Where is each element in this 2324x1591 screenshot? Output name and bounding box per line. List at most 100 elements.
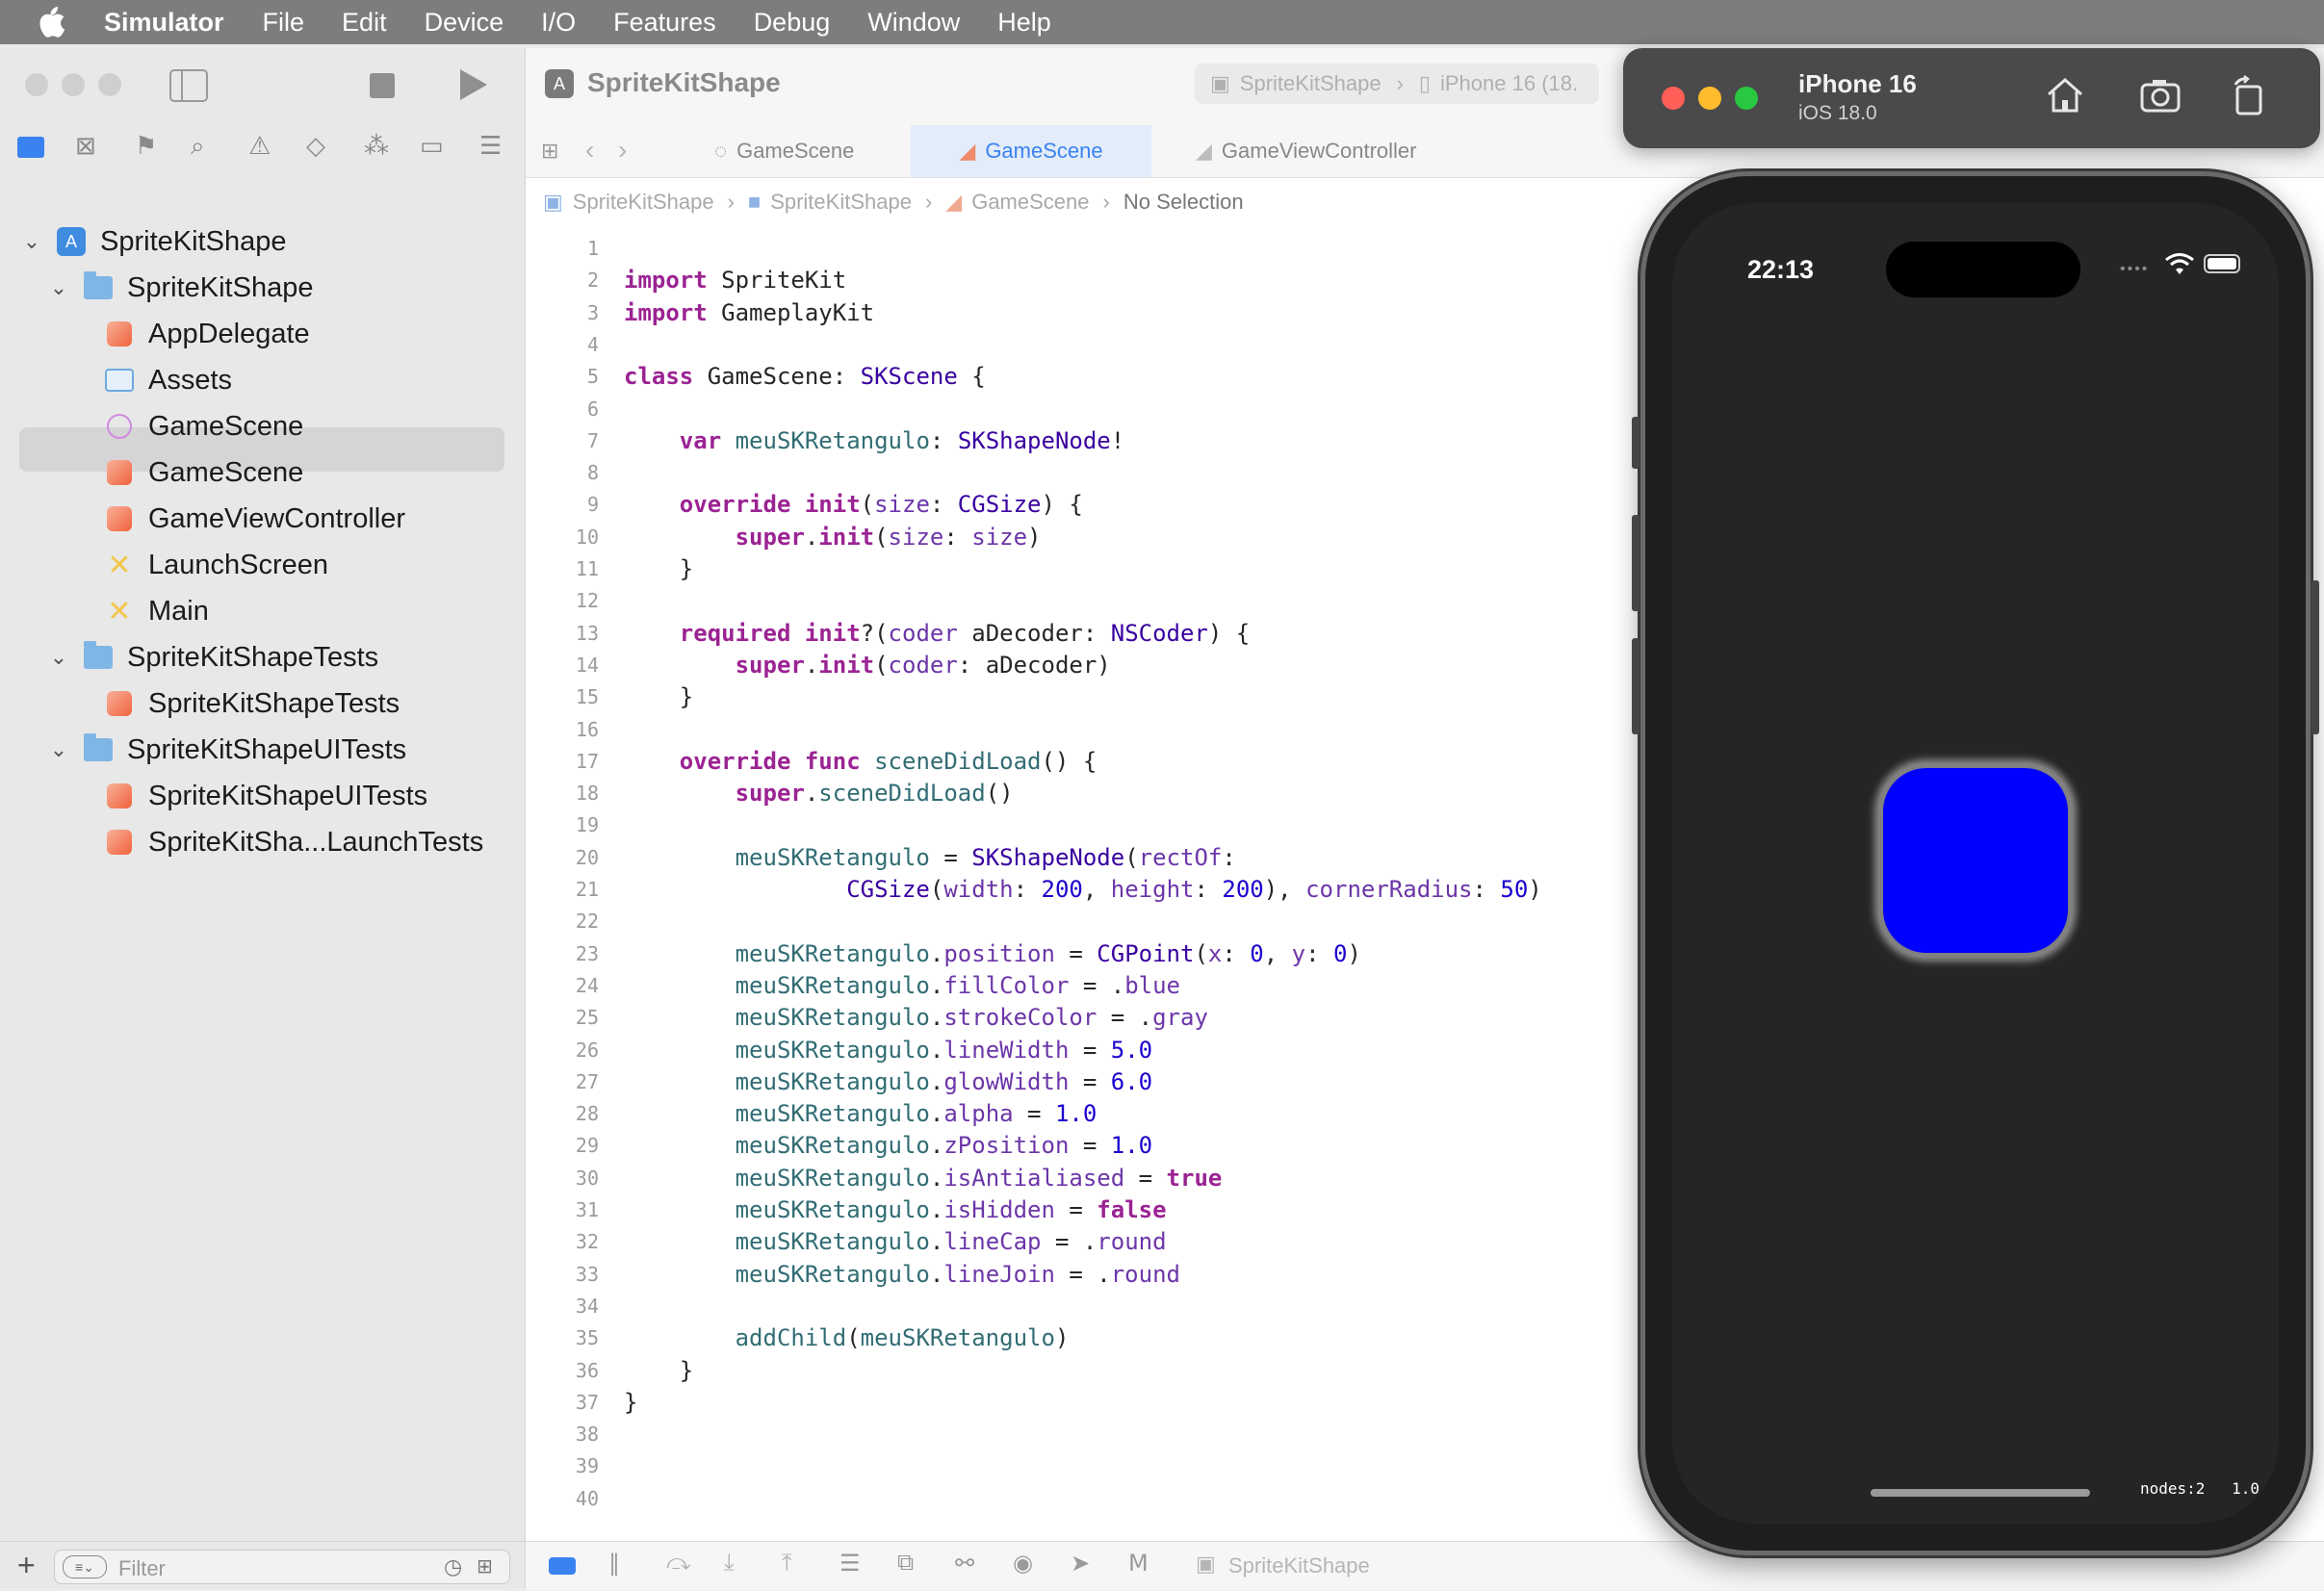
scm-filter-icon[interactable]: ⊞: [477, 1554, 493, 1578]
tree-row-group-tests[interactable]: ⌄ SpriteKitShapeTests: [48, 635, 378, 680]
menu-bar: Simulator File Edit Device I/O Features …: [0, 0, 2324, 44]
tree-row-assets[interactable]: Assets: [104, 358, 232, 402]
device-screen[interactable]: 22:13 •••• nodes:2 1.0: [1672, 203, 2279, 1524]
chevron-down-icon[interactable]: ⌄: [48, 275, 69, 300]
tree-label: SpriteKitShape: [100, 225, 287, 257]
metal-icon[interactable]: Ⅿ: [1128, 1550, 1149, 1578]
tree-row-project[interactable]: ⌄ A SpriteKitShape: [21, 219, 287, 264]
stop-icon[interactable]: [370, 73, 395, 98]
source-control-icon[interactable]: ⊠: [75, 131, 96, 161]
sidebar-toggle-icon[interactable]: [169, 69, 208, 102]
tree-label: SpriteKitShapeTests: [148, 687, 400, 719]
menu-window[interactable]: Window: [867, 8, 960, 38]
memory-graph-icon[interactable]: ⧉: [897, 1550, 914, 1577]
find-icon[interactable]: ⌕: [191, 131, 205, 162]
back-icon[interactable]: ‹: [585, 135, 594, 166]
minimize-window-button[interactable]: [1698, 87, 1721, 110]
forward-icon[interactable]: ›: [618, 135, 627, 166]
line-number: 15: [575, 685, 599, 709]
test-diamond-icon[interactable]: ◇: [306, 131, 325, 161]
step-over-icon[interactable]: ⤼: [666, 1550, 691, 1577]
line-number: 36: [575, 1358, 599, 1382]
project-navigator-folder-icon[interactable]: [17, 137, 44, 158]
jumpbar-selection[interactable]: No Selection: [1123, 190, 1244, 215]
zoom-window-button[interactable]: [98, 73, 121, 96]
line-number: 19: [575, 813, 599, 837]
jumpbar-file[interactable]: GameScene: [971, 190, 1089, 215]
tab-gameviewcontroller[interactable]: ◢ GameViewController: [1196, 125, 1523, 177]
tree-row-launchscreen[interactable]: ✕ LaunchScreen: [104, 543, 328, 587]
toggle-debug-area-icon[interactable]: [549, 1557, 576, 1575]
toggle-icon[interactable]: ◉: [1013, 1550, 1033, 1578]
menu-help[interactable]: Help: [997, 8, 1051, 38]
folder-icon: ■: [747, 190, 762, 214]
pause-icon[interactable]: ∥: [608, 1550, 620, 1578]
jumpbar-group[interactable]: SpriteKitShape: [770, 190, 912, 215]
issue-warning-icon[interactable]: ⚠: [248, 131, 271, 161]
line-number: 16: [575, 717, 599, 741]
tree-row-tests-file[interactable]: SpriteKitShapeTests: [104, 681, 400, 726]
add-icon[interactable]: +: [17, 1548, 36, 1583]
step-into-icon[interactable]: ⤓: [724, 1550, 735, 1577]
chevron-down-icon[interactable]: ⌄: [48, 645, 69, 670]
debug-view-hierarchy-icon[interactable]: ☰: [839, 1550, 861, 1578]
line-number: 31: [575, 1198, 599, 1221]
menu-features[interactable]: Features: [613, 8, 716, 38]
home-icon[interactable]: [2045, 75, 2085, 120]
chevron-down-icon[interactable]: ⌄: [48, 737, 69, 762]
tab-gamescene-swift[interactable]: ◢ GameScene: [911, 125, 1151, 177]
apple-menu-icon[interactable]: [37, 6, 65, 38]
tree-row-appdelegate[interactable]: AppDelegate: [104, 312, 310, 356]
home-indicator[interactable]: [1871, 1489, 2090, 1497]
tab-gamescene-sks[interactable]: ◌ GameScene: [714, 125, 897, 177]
swift-file-icon: [104, 505, 135, 532]
tree-label: SpriteKitSha...LaunchTests: [148, 826, 484, 858]
jumpbar-project[interactable]: SpriteKitShape: [573, 190, 714, 215]
close-window-button[interactable]: [1662, 87, 1685, 110]
tree-row-gamescene-sks[interactable]: GameScene: [104, 404, 303, 449]
close-window-button[interactable]: [25, 73, 48, 96]
menu-debug[interactable]: Debug: [754, 8, 831, 38]
menu-device[interactable]: Device: [425, 8, 504, 38]
code-line: }: [624, 1356, 694, 1384]
environment-overrides-icon[interactable]: ⚯: [955, 1550, 974, 1578]
run-icon[interactable]: [460, 69, 487, 100]
zoom-window-button[interactable]: [1735, 87, 1758, 110]
report-icon[interactable]: ☰: [479, 131, 502, 161]
menu-io[interactable]: I/O: [541, 8, 576, 38]
screenshot-icon[interactable]: [2139, 77, 2182, 118]
tree-row-group-uitests[interactable]: ⌄ SpriteKitShapeUITests: [48, 728, 406, 772]
minimize-window-button[interactable]: [62, 73, 85, 96]
grid-icon[interactable]: ⊞: [541, 139, 558, 164]
menu-edit[interactable]: Edit: [342, 8, 387, 38]
tree-label: GameViewController: [148, 502, 406, 534]
tree-row-group-main[interactable]: ⌄ SpriteKitShape: [48, 266, 313, 310]
tree-row-gamescene-swift[interactable]: GameScene: [104, 450, 303, 495]
scheme-selector[interactable]: ▣ SpriteKitShape › ▯ iPhone 16 (18.: [1195, 64, 1599, 104]
breakpoint-icon[interactable]: ▭: [420, 131, 444, 161]
line-number: 39: [575, 1454, 599, 1478]
filter-field[interactable]: ≡⌄ Filter ◷ ⊞: [54, 1550, 510, 1584]
debug-spray-icon[interactable]: ⁂: [364, 131, 389, 161]
chevron-down-icon[interactable]: ⌄: [21, 229, 42, 254]
step-out-icon[interactable]: ⤒: [782, 1550, 792, 1577]
line-number: 4: [586, 332, 599, 356]
bookmark-icon[interactable]: ⚑: [135, 131, 157, 161]
line-number: 35: [575, 1326, 599, 1350]
tree-row-uitests-file[interactable]: SpriteKitShapeUITests: [104, 774, 427, 818]
filter-placeholder: Filter: [118, 1556, 166, 1580]
storyboard-icon: ✕: [107, 595, 132, 628]
menu-file[interactable]: File: [263, 8, 305, 38]
location-icon[interactable]: ➤: [1071, 1550, 1090, 1578]
line-number: 34: [575, 1294, 599, 1318]
tree-row-gameviewcontroller[interactable]: GameViewController: [104, 497, 405, 541]
device-icon: ▯: [1418, 71, 1431, 95]
recent-files-icon[interactable]: ◷: [444, 1554, 462, 1579]
line-number: 21: [575, 878, 599, 901]
tree-row-main[interactable]: ✕ Main: [104, 589, 208, 633]
code-line: meuSKRetangulo.lineCap = .round: [735, 1228, 1167, 1256]
tree-row-launchtests-file[interactable]: SpriteKitSha...LaunchTests: [104, 820, 483, 864]
rotate-icon[interactable]: [2230, 75, 2268, 120]
filter-options-icon[interactable]: ≡⌄: [63, 1555, 107, 1578]
menu-app-name[interactable]: Simulator: [104, 8, 224, 38]
